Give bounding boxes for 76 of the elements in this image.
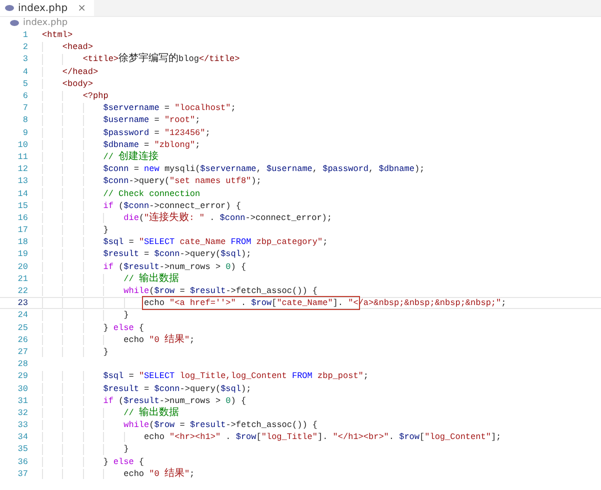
line-number: 28 [16, 359, 28, 370]
line-number: 6 [22, 91, 28, 102]
line-number: 15 [16, 200, 28, 211]
line-number: 26 [16, 334, 28, 345]
code-line: <title>徐梦宇编写的blog</title> [82, 54, 240, 64]
breadcrumb-item[interactable]: index.php [23, 18, 68, 28]
line-number: 7 [22, 103, 28, 114]
code-line: $conn->query("set names utf8"); [102, 176, 262, 186]
line-number: 5 [22, 78, 28, 89]
code-line: while($row = $result->fetch_assoc()) { [122, 420, 318, 430]
code-line: $conn = new mysqli($servername, $username, $password, $dbname); [102, 164, 425, 174]
line-number: 18 [16, 237, 28, 248]
close-button[interactable]: × [78, 2, 86, 14]
code-line: $sql = "SELECT cate_Name FROM zbp_category"; [102, 237, 328, 248]
line-number: 16 [16, 212, 28, 223]
line-number: 12 [16, 164, 28, 174]
line-number: 17 [16, 225, 28, 236]
line-number: 11 [16, 152, 28, 162]
code-line: // Check connection [102, 188, 200, 199]
line-number: 35 [16, 444, 28, 454]
code-line: while($row = $result->fetch_assoc()) { [122, 286, 318, 296]
line-number: 33 [16, 420, 28, 430]
code-line: } else { [102, 322, 144, 333]
code-line: // 输出数据 [122, 274, 179, 284]
code-line: </head> [61, 66, 98, 77]
code-line: <?php [82, 91, 108, 102]
code-line: $result = $conn->query($sql); [102, 384, 252, 394]
code-line: <body> [61, 78, 94, 89]
line-number: 8 [22, 115, 28, 126]
line-number: 21 [16, 274, 28, 284]
line-number: 13 [16, 176, 28, 186]
line-number: 19 [16, 249, 28, 260]
line-number: 3 [22, 54, 28, 64]
line-number: 27 [16, 346, 28, 357]
line-number: 22 [16, 286, 28, 296]
code-line: <html> [42, 30, 73, 40]
line-number: 30 [16, 384, 28, 394]
editor-tab[interactable]: index.php × [0, 0, 94, 16]
code-line: echo "<a href=''>" . $row["cate_Name"]. "</a>&nbsp;&nbsp;&nbsp;&nbsp;"; [143, 298, 506, 308]
line-number: 2 [22, 42, 28, 52]
code-line: if ($result->num_rows > 0) { [102, 396, 246, 406]
line-number: 37 [16, 468, 28, 479]
line-number: 1 [22, 30, 28, 40]
code-line: die("连接失败: " . $conn->connect_error); [122, 212, 332, 223]
code-line: $dbname = "zblong"; [102, 140, 200, 150]
code-line: echo "<hr><h1>" . $row["log_Title"]. "</h1><br>". $row["log_Content"]; [143, 432, 502, 442]
code-line: $result = $conn->query($sql); [102, 249, 252, 260]
line-number: 4 [22, 66, 28, 77]
line-number: 10 [16, 140, 28, 150]
line-number: 14 [16, 188, 28, 199]
code-line: echo "0 结果"; [122, 468, 195, 479]
line-number: 24 [16, 310, 28, 320]
code-line: $username = "root"; [102, 115, 200, 126]
code-line: // 创建连接 [102, 152, 159, 162]
code-line: // 输出数据 [122, 408, 179, 418]
code-line: $sql = "SELECT log_Title,log_Content FROM zbp_post"; [102, 371, 369, 382]
line-number: 31 [16, 396, 28, 406]
code-line: } [102, 225, 108, 236]
line-number: 32 [16, 408, 28, 418]
code-line: $password = "123456"; [102, 128, 210, 138]
line-number: 9 [22, 128, 28, 138]
code-line: } [102, 346, 108, 357]
code-line: echo "0 结果"; [122, 334, 195, 345]
code-line: } [122, 310, 129, 320]
line-number: 34 [16, 432, 28, 442]
line-number: 23 [16, 298, 28, 308]
line-number: 29 [16, 371, 28, 382]
code-line: if ($conn->connect_error) { [102, 200, 241, 211]
code-line: <head> [61, 42, 94, 52]
line-number: 36 [16, 456, 28, 467]
line-number: 20 [16, 262, 28, 272]
code-line: } [122, 444, 129, 454]
code-line: $servername = "localhost"; [102, 103, 236, 114]
line-number: 25 [16, 322, 28, 333]
code-line: if ($result->num_rows > 0) { [102, 262, 246, 272]
code-line: } else { [102, 456, 144, 467]
